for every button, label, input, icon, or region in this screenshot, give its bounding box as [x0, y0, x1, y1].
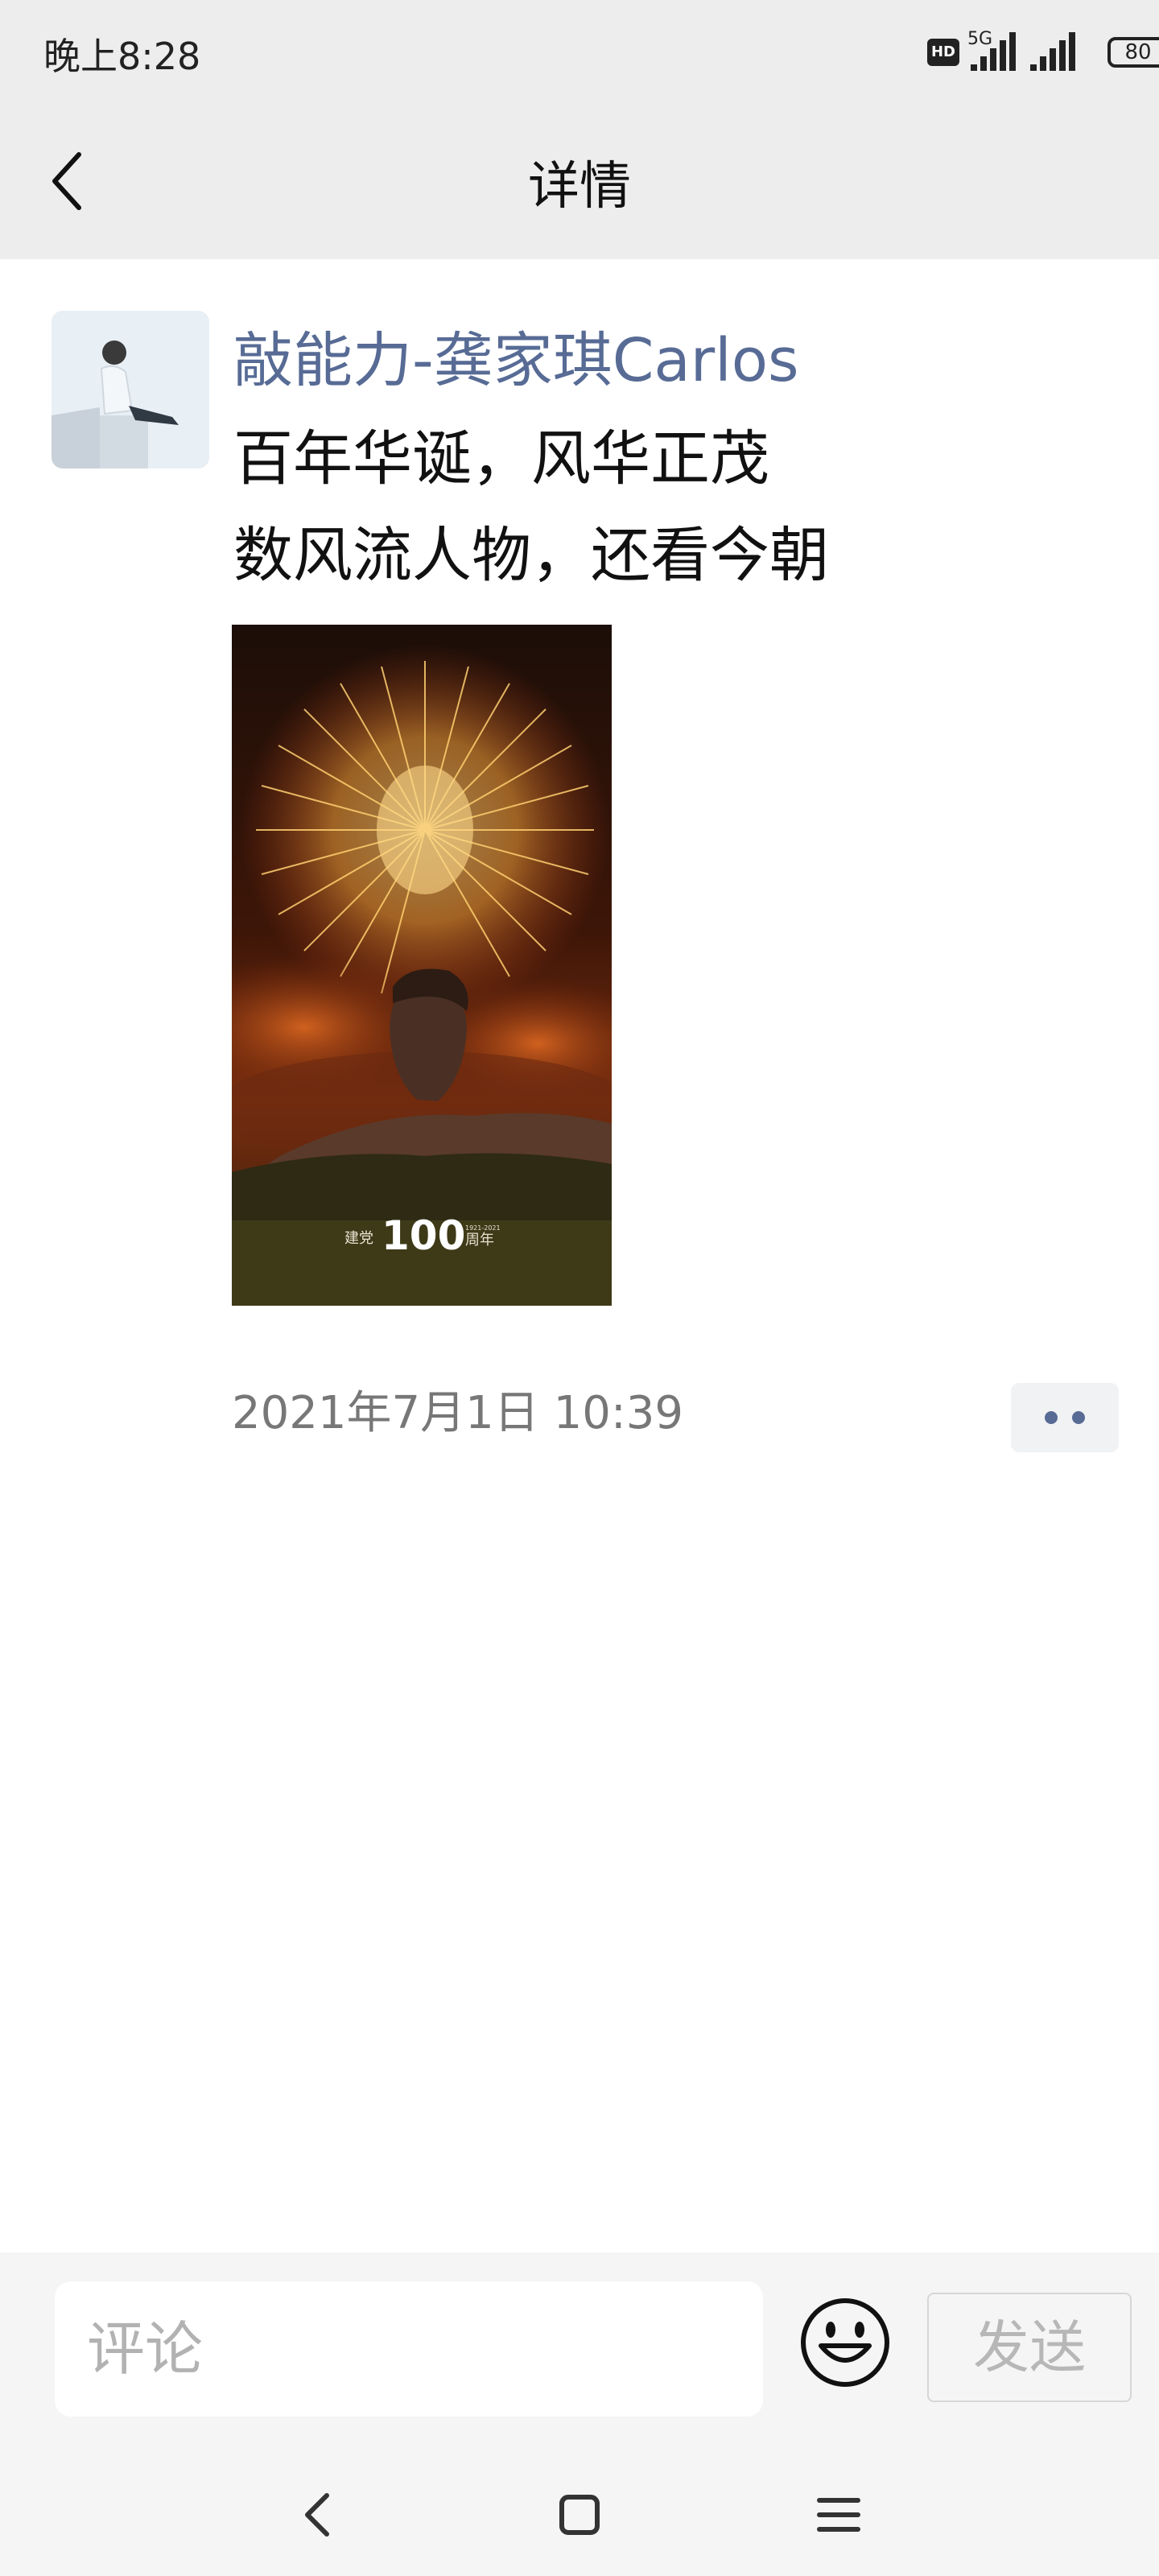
poster-caption-number: 100	[382, 1212, 465, 1259]
avatar[interactable]	[52, 311, 209, 469]
signal-icon	[1030, 32, 1075, 71]
battery-indicator: 80	[1107, 37, 1159, 68]
post-author[interactable]: 敲能力-龚家琪Carlos	[233, 312, 799, 398]
post-text-line: 数风流人物，还看今朝	[233, 521, 829, 590]
poster-caption-left: 建党	[344, 1230, 373, 1247]
page-title: 详情	[528, 157, 631, 217]
signal-icon	[971, 32, 1016, 71]
system-menu-button[interactable]	[806, 2483, 871, 2547]
nav-bar: 详情	[0, 105, 1159, 259]
status-time: 晚上8:28	[43, 35, 201, 78]
system-back-button[interactable]	[287, 2483, 351, 2547]
poster-caption-right: 周年	[465, 1232, 494, 1249]
smiley-icon	[801, 2298, 889, 2387]
post-text-line: 百年华诞，风华正茂	[233, 424, 769, 493]
post-image[interactable]: 建党 100 1921-2021 周年	[232, 625, 612, 1306]
fireworks-poster: 建党 100 1921-2021 周年	[232, 625, 612, 1306]
comment-input[interactable]	[55, 2281, 763, 2417]
comment-bar: 发送	[0, 2252, 1159, 2438]
hd-badge: HD	[927, 39, 959, 66]
back-icon	[305, 2493, 329, 2537]
avatar-illustration	[52, 311, 209, 469]
system-nav-bar	[0, 2438, 1159, 2576]
home-icon	[559, 2495, 600, 2535]
status-bar: 晚上8:28 HD 5G 80	[0, 0, 1159, 105]
emoji-button[interactable]	[797, 2294, 893, 2391]
more-actions-button[interactable]	[1011, 1383, 1119, 1452]
menu-icon	[817, 2498, 860, 2532]
send-button[interactable]: 发送	[927, 2293, 1132, 2402]
system-home-button[interactable]	[547, 2483, 612, 2547]
post-timestamp: 2021年7月1日 10:39	[232, 1387, 683, 1439]
more-dots-icon	[1045, 1411, 1058, 1424]
more-dots-icon	[1072, 1411, 1085, 1424]
poster-caption-years: 1921-2021	[465, 1224, 501, 1232]
